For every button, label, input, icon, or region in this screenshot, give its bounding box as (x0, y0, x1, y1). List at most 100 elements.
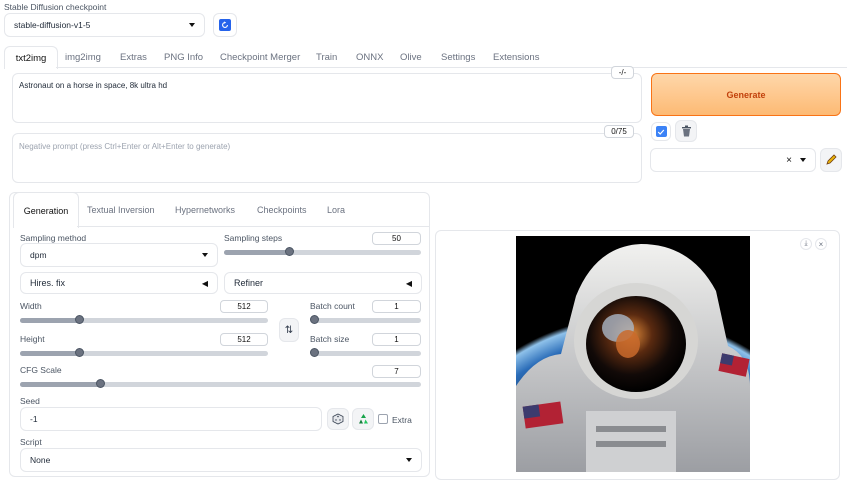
prompt-text: Astronaut on a horse in space, 8k ultra … (19, 81, 168, 90)
refresh-checkpoint-button[interactable] (213, 13, 237, 37)
seed-label: Seed (20, 396, 40, 406)
slider-fill (20, 382, 101, 387)
chevron-down-icon (406, 458, 412, 462)
checkpoint-label: Stable Diffusion checkpoint (4, 2, 107, 12)
script-label: Script (20, 437, 42, 447)
tab-train[interactable]: Train (316, 46, 337, 68)
slider-thumb[interactable] (310, 315, 319, 324)
batch-size-label: Batch size (310, 334, 350, 344)
batch-count-slider[interactable] (310, 315, 421, 324)
swap-dimensions-button[interactable]: ⇅ (279, 318, 299, 342)
refiner-label: Refiner (234, 278, 264, 288)
sampling-method-label: Sampling method (20, 233, 87, 243)
generate-label: Generate (726, 89, 766, 100)
chevron-down-icon (800, 158, 806, 162)
download-button[interactable]: ⤓ (800, 238, 812, 250)
collapse-arrow-icon: ◀ (201, 278, 208, 288)
width-input[interactable]: 512 (220, 300, 268, 313)
cfg-scale-label: CFG Scale (20, 365, 62, 375)
tab-onnx[interactable]: ONNX (356, 46, 383, 68)
negative-prompt-placeholder: Negative prompt (press Ctrl+Enter or Alt… (19, 142, 231, 151)
chevron-down-icon (202, 253, 208, 257)
subtabs-divider (77, 226, 429, 227)
width-slider[interactable] (20, 315, 268, 324)
batch-size-slider[interactable] (310, 348, 421, 357)
tab-extras[interactable]: Extras (120, 46, 147, 68)
negative-token-counter: 0/75 (604, 125, 634, 138)
generated-image[interactable] (516, 236, 750, 472)
subtab-generation[interactable]: Generation (13, 192, 79, 228)
batch-count-label: Batch count (310, 301, 355, 311)
chevron-down-icon (189, 23, 195, 27)
paint-palette-icon (655, 126, 667, 137)
cfg-scale-input[interactable]: 7 (372, 365, 421, 378)
subtabs: Generation Textual Inversion Hypernetwor… (9, 192, 430, 228)
cfg-scale-slider[interactable] (20, 379, 421, 388)
collapse-arrow-icon: ◀ (405, 278, 412, 288)
sampling-steps-slider[interactable] (224, 247, 421, 256)
slider-thumb[interactable] (310, 348, 319, 357)
prompt-textarea[interactable]: Astronaut on a horse in space, 8k ultra … (12, 73, 642, 123)
height-slider[interactable] (20, 348, 268, 357)
clear-prompt-button[interactable] (675, 120, 697, 142)
swap-icon: ⇅ (284, 324, 294, 336)
sampling-method-value: dpm (30, 250, 47, 260)
style-apply-button[interactable] (651, 122, 671, 141)
sampling-steps-input[interactable]: 50 (372, 232, 421, 245)
subtab-hypernetworks[interactable]: Hypernetworks (175, 192, 235, 227)
hires-fix-label: Hires. fix (30, 278, 66, 288)
subtab-lora[interactable]: Lora (327, 192, 345, 227)
sampling-method-dropdown[interactable]: dpm (20, 243, 218, 267)
refresh-icon (219, 19, 231, 31)
pencil-icon (826, 154, 837, 165)
slider-fill (224, 250, 289, 255)
seed-input[interactable]: -1 (20, 407, 322, 431)
batch-size-input[interactable]: 1 (372, 333, 421, 346)
prompt-token-counter: -/- (611, 66, 634, 79)
tab-checkpoint-merger[interactable]: Checkpoint Merger (220, 46, 300, 68)
random-seed-button[interactable] (327, 408, 349, 430)
script-dropdown[interactable]: None (20, 448, 422, 472)
height-input[interactable]: 512 (220, 333, 268, 346)
edit-styles-button[interactable] (820, 148, 842, 172)
subtab-checkpoints[interactable]: Checkpoints (257, 192, 307, 227)
tab-settings[interactable]: Settings (441, 46, 475, 68)
sampling-steps-label: Sampling steps (224, 233, 283, 243)
slider-thumb[interactable] (95, 379, 105, 388)
slider-thumb[interactable] (284, 247, 294, 256)
slider-thumb[interactable] (75, 315, 85, 324)
checkpoint-dropdown[interactable]: stable-diffusion-v1-5 (4, 13, 205, 37)
tab-img2img[interactable]: img2img (65, 46, 101, 68)
trash-icon (681, 125, 691, 137)
script-value: None (30, 455, 51, 465)
negative-prompt-textarea[interactable]: Negative prompt (press Ctrl+Enter or Alt… (12, 133, 642, 183)
close-image-button[interactable]: × (815, 238, 827, 250)
seed-value: -1 (30, 414, 38, 424)
generate-button[interactable]: Generate (651, 73, 841, 116)
hires-fix-accordion[interactable]: Hires. fix ◀ (20, 272, 218, 294)
subtab-textual-inversion[interactable]: Textual Inversion (87, 192, 155, 227)
slider-thumb[interactable] (75, 348, 85, 357)
slider-fill (20, 351, 80, 356)
tab-txt2img[interactable]: txt2img (4, 46, 58, 69)
tab-extensions[interactable]: Extensions (493, 46, 539, 68)
tabs-divider (56, 67, 847, 68)
tab-png-info[interactable]: PNG Info (164, 46, 203, 68)
tab-olive[interactable]: Olive (400, 46, 422, 68)
checkpoint-value: stable-diffusion-v1-5 (14, 20, 91, 30)
height-label: Height (20, 334, 45, 344)
dice-icon (332, 413, 344, 425)
download-icon: ⤓ (804, 240, 808, 247)
recycle-icon (358, 414, 368, 424)
main-tabs: txt2img img2img Extras PNG Info Checkpoi… (0, 46, 847, 69)
refiner-accordion[interactable]: Refiner ◀ (224, 272, 422, 294)
reuse-seed-button[interactable] (352, 408, 374, 430)
close-icon: × (818, 239, 824, 249)
extra-checkbox[interactable] (378, 414, 388, 424)
slider-fill (20, 318, 80, 323)
close-icon[interactable]: × (786, 155, 792, 166)
astronaut-image (516, 236, 750, 472)
batch-count-input[interactable]: 1 (372, 300, 421, 313)
styles-dropdown[interactable]: × (650, 148, 816, 172)
width-label: Width (20, 301, 42, 311)
